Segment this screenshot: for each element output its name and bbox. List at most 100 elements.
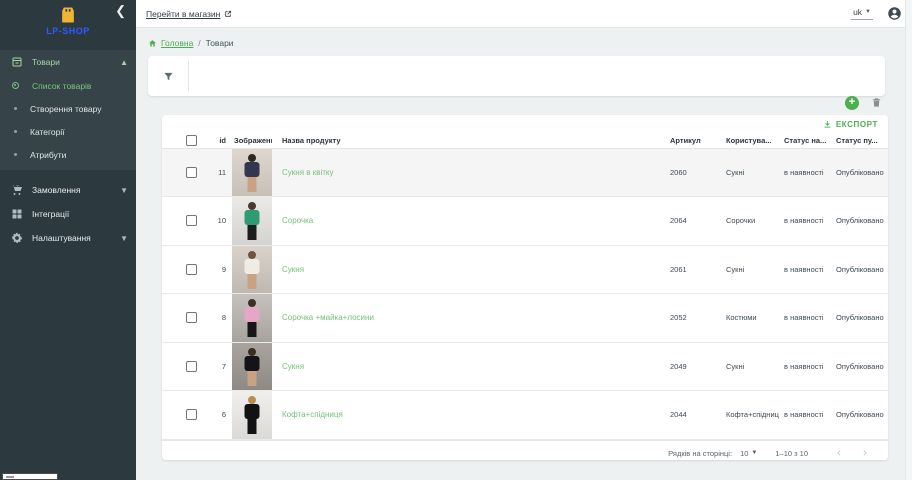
sidebar-item-product-list[interactable]: Список товарів [0,74,136,97]
sidebar-nav: Товари ▲ Список товарів Створення товару… [0,48,136,250]
product-thumbnail[interactable] [232,149,272,197]
row-sku: 2060 [670,148,726,197]
row-category: Сукні [726,245,784,294]
account-icon[interactable] [887,6,902,21]
sidebar-item-orders[interactable]: Замовлення ▼ [0,178,136,202]
filter-button[interactable] [148,71,188,82]
export-button[interactable]: ЕКСПОРТ [823,120,878,129]
next-page-icon[interactable]: › [856,447,874,459]
add-product-button[interactable]: + [845,96,859,110]
product-thumbnail[interactable] [232,246,272,294]
row-publish-status: Опубліковано [836,391,888,440]
column-id[interactable]: id [202,133,232,148]
table-row: 8 Сорочка +майка+лосини 2052 Костюми в н… [162,294,888,343]
product-name-link[interactable]: Сорочка [282,216,313,225]
caret-down-icon: ▼ [751,450,757,456]
rows-per-page-select[interactable]: 10 ▼ [740,449,757,458]
sidebar-collapse-icon[interactable]: ❮ [115,4,126,18]
logo-block[interactable]: LP-SHOP ❮ [0,0,136,48]
sidebar-item-integrations[interactable]: Інтеграції [0,202,136,226]
column-stock-status[interactable]: Статус на... [784,133,836,148]
row-stock-status: в наявності [784,391,836,440]
trash-icon[interactable] [871,97,882,109]
row-id: 11 [202,148,232,197]
row-checkbox[interactable] [186,312,197,323]
row-publish-status: Опубліковано [836,294,888,343]
sidebar-item-attributes[interactable]: Атрибути [0,143,136,166]
row-stock-status: в наявності [784,148,836,197]
product-name-link[interactable]: Кофта+спідниця [282,410,343,419]
pagination: Рядків на сторінці: 10 ▼ 1–10 з 10 ‹ › [162,440,888,461]
table-row: 10 Сорочка 2064 Сорочки в наявності Опуб… [162,197,888,246]
column-image[interactable]: Зображення [232,133,272,148]
row-id: 8 [202,294,232,343]
bullet-icon [14,153,17,156]
thumbnail-figure [248,154,256,162]
row-sku: 2061 [670,245,726,294]
sidebar-item-create-product[interactable]: Створення товару [0,97,136,120]
sidebar-item-categories[interactable]: Категорії [0,120,136,143]
export-row: ЕКСПОРТ [162,115,888,133]
row-checkbox[interactable] [186,215,197,226]
page-range: 1–10 з 10 [775,449,808,458]
row-checkbox[interactable] [186,361,197,372]
table-header-row: id Зображення Назва продукту Артикул Кор… [162,133,888,148]
product-thumbnail[interactable] [232,294,272,342]
row-checkbox[interactable] [186,167,197,178]
column-category[interactable]: Користува... [726,133,784,148]
previous-page-icon[interactable]: ‹ [830,447,848,459]
row-category: Сукні [726,148,784,197]
table-actions: + [845,96,882,110]
product-name-link[interactable]: Сукня в квітку [282,168,334,177]
window-scrollbar[interactable] [905,0,912,480]
sidebar-item-settings[interactable]: Налаштування ▼ [0,226,136,250]
rows-per-page-label: Рядків на сторінці: [668,449,732,458]
sidebar: LP-SHOP ❮ Товари ▲ Список товарів Створе… [0,0,136,480]
row-sku: 2044 [670,391,726,440]
row-checkbox[interactable] [186,409,197,420]
row-category: Сорочки [726,197,784,246]
thumbnail-figure [248,396,256,404]
bullet-icon [14,130,17,133]
caret-down-icon: ▼ [865,9,871,15]
widgets-icon [10,208,23,221]
products-table: id Зображення Назва продукту Артикул Кор… [162,133,888,440]
divider [188,61,189,91]
breadcrumb: Головна / Товари [148,36,912,50]
breadcrumb-home-link[interactable]: Головна [161,38,193,48]
row-stock-status: в наявності [784,294,836,343]
thumbnail-figure [248,202,256,210]
external-link-icon [224,10,232,18]
row-id: 9 [202,245,232,294]
go-to-store-link[interactable]: Перейти в магазин [146,9,220,19]
column-sku[interactable]: Артикул [670,133,726,148]
product-thumbnail[interactable] [232,343,272,391]
row-stock-status: в наявності [784,342,836,391]
filter-bar [148,56,885,96]
table-row: 9 Сукня 2061 Сукні в наявності Опубліков… [162,245,888,294]
language-select[interactable]: uk ▼ [851,7,873,20]
row-checkbox[interactable] [186,264,197,275]
table-row: 6 Кофта+спідниця 2044 Кофта+спідниц в на… [162,391,888,440]
bullet-icon [14,107,17,110]
shopping-bag-logo-icon [58,5,78,25]
row-sku: 2052 [670,294,726,343]
column-name[interactable]: Назва продукту [272,133,670,148]
products-box-icon [10,56,23,69]
row-id: 10 [202,197,232,246]
product-name-link[interactable]: Сукня [282,265,304,274]
product-name-link[interactable]: Сорочка +майка+лосини [282,313,374,322]
product-thumbnail[interactable] [232,391,272,439]
column-publish-status[interactable]: Статус пу... [836,133,888,148]
row-id: 7 [202,342,232,391]
sidebar-item-products[interactable]: Товари ▲ [0,50,136,74]
active-bullet-icon [12,82,19,89]
product-thumbnail[interactable] [232,197,272,245]
product-name-link[interactable]: Сукня [282,362,304,371]
thumbnail-figure [248,348,256,356]
row-category: Костюми [726,294,784,343]
main-content: Головна / Товари + ЕКСПОРТ [136,28,912,480]
table-row: 7 Сукня 2049 Сукні в наявності Опубліков… [162,342,888,391]
select-all-checkbox[interactable] [186,135,197,146]
breadcrumb-current: Товари [206,38,234,48]
